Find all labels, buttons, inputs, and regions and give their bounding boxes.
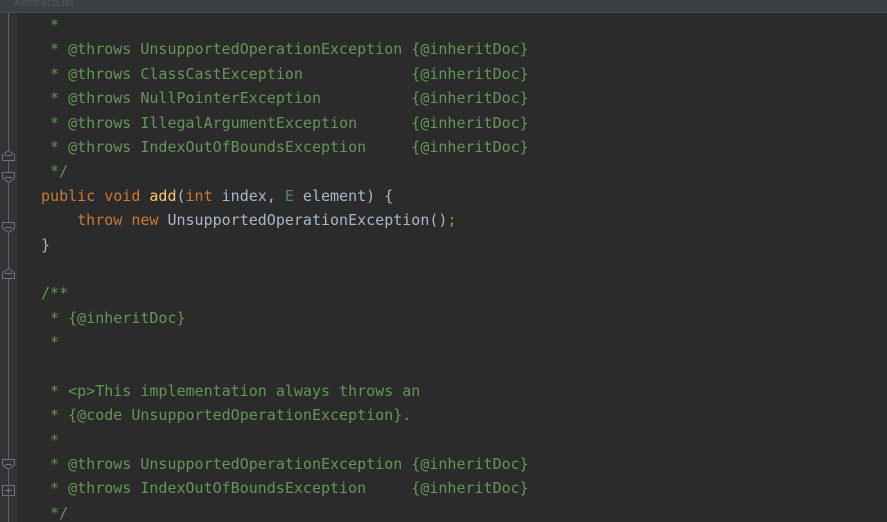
code-token: * xyxy=(32,16,60,34)
code-token: () xyxy=(429,211,448,230)
javadoc-star-line[interactable]: * xyxy=(18,13,700,37)
javadoc-code-line[interactable]: * {@code UnsupportedOperationException}. xyxy=(18,403,700,427)
fold-collapsed-marker[interactable] xyxy=(1,485,16,496)
code-token: * {@inheritDoc} xyxy=(32,308,186,327)
code-token: * @throws ClassCastException {@inheritDo… xyxy=(32,64,529,83)
code-token: /** xyxy=(32,284,69,303)
code-token: ) { xyxy=(366,186,394,205)
javadoc-close-line[interactable]: */ xyxy=(18,501,700,522)
code-token: */ xyxy=(32,503,69,522)
javadoc-star-line[interactable]: * xyxy=(18,428,700,452)
code-token: * @throws NullPointerException {@inherit… xyxy=(32,89,529,108)
javadoc-throws-unsupported-operation[interactable]: * @throws UnsupportedOperationException … xyxy=(18,452,700,476)
fold-start-marker[interactable] xyxy=(1,459,16,470)
code-token: * @throws IndexOutOfBoundsException {@in… xyxy=(32,137,529,156)
fold-start-marker[interactable] xyxy=(1,172,16,183)
javadoc-throws-unsupported-operation[interactable]: * @throws UnsupportedOperationException … xyxy=(18,37,700,61)
javadoc-throws-index-out-of-bounds[interactable]: * @throws IndexOutOfBoundsException {@in… xyxy=(18,476,700,500)
javadoc-star-line[interactable]: * xyxy=(18,330,700,354)
statement-throw-unsupported[interactable]: throw new UnsupportedOperationException(… xyxy=(18,208,700,232)
code-token: * <p>This implementation always throws a… xyxy=(32,381,421,400)
code-token: add xyxy=(149,186,177,205)
code-token: element xyxy=(293,186,367,205)
blank-line[interactable] xyxy=(18,257,700,281)
code-token: , xyxy=(266,186,285,205)
javadoc-blank-line[interactable] xyxy=(18,354,700,378)
fold-region-line xyxy=(8,150,9,510)
fold-end-marker[interactable] xyxy=(1,268,16,279)
breadcrumb[interactable]: AbstractList xyxy=(14,0,74,9)
code-token: } xyxy=(32,235,51,254)
code-token: */ xyxy=(32,162,69,181)
javadoc-throws-index-out-of-bounds[interactable]: * @throws IndexOutOfBoundsException {@in… xyxy=(18,135,700,159)
javadoc-paragraph-line[interactable]: * <p>This implementation always throws a… xyxy=(18,379,700,403)
method-signature-add[interactable]: public void add(int index, E element) { xyxy=(18,184,700,208)
javadoc-inheritdoc-line[interactable]: * {@inheritDoc} xyxy=(18,306,700,330)
code-token: public void xyxy=(32,186,150,205)
code-token: int xyxy=(185,186,213,205)
javadoc-throws-illegal-argument[interactable]: * @throws IllegalArgumentException {@inh… xyxy=(18,111,700,135)
code-token: ; xyxy=(447,211,457,230)
method-close-brace-add[interactable]: } xyxy=(18,233,700,257)
code-token: UnsupportedOperationException xyxy=(167,211,430,230)
javadoc-close-line[interactable]: */ xyxy=(18,159,700,183)
breadcrumb-bar: AbstractList xyxy=(0,0,887,13)
javadoc-throws-null-pointer[interactable]: * @throws NullPointerException {@inherit… xyxy=(18,86,700,110)
code-token: index xyxy=(212,186,267,205)
javadoc-open-line[interactable]: /** xyxy=(18,281,700,305)
code-token: * @throws IllegalArgumentException {@inh… xyxy=(32,113,529,132)
code-token: * {@code UnsupportedOperationException}. xyxy=(32,406,412,425)
editor-fold-gutter[interactable] xyxy=(0,13,18,522)
code-token: * @throws UnsupportedOperationException … xyxy=(32,455,529,474)
code-token: * @throws UnsupportedOperationException … xyxy=(32,40,529,59)
javadoc-throws-class-cast[interactable]: * @throws ClassCastException {@inheritDo… xyxy=(18,62,700,86)
code-token: ( xyxy=(176,186,186,205)
fold-start-marker[interactable] xyxy=(1,222,16,233)
code-token: throw new xyxy=(32,211,168,230)
code-content[interactable]: * * @throws UnsupportedOperationExceptio… xyxy=(18,13,700,522)
code-token: * @throws IndexOutOfBoundsException {@in… xyxy=(32,479,529,498)
code-token: * xyxy=(32,333,60,352)
code-token: E xyxy=(284,186,294,205)
code-token: * xyxy=(32,430,60,449)
code-editor-surface[interactable]: * * @throws UnsupportedOperationExceptio… xyxy=(18,13,887,522)
fold-region-line xyxy=(8,13,9,150)
fold-end-marker[interactable] xyxy=(1,150,16,161)
